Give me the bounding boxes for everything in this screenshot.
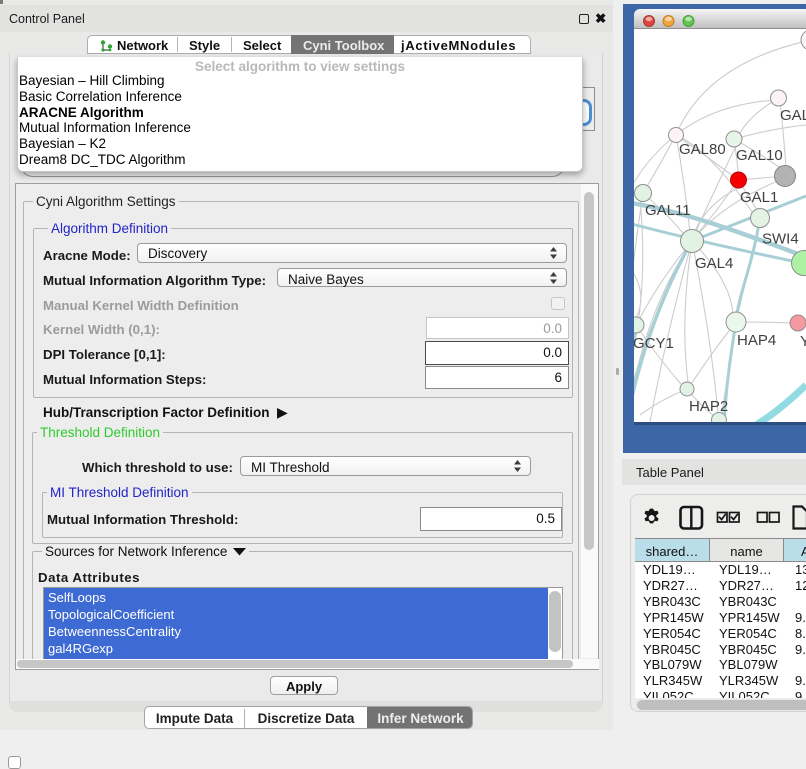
svg-text:SWI4: SWI4 (762, 231, 799, 248)
svg-text:GAL11: GAL11 (645, 202, 691, 219)
svg-text:GCY1: GCY1 (634, 335, 674, 352)
svg-text:YJ: YJ (800, 333, 806, 350)
svg-text:GAL10: GAL10 (736, 147, 783, 164)
svg-text:GAL7: GAL7 (780, 107, 806, 124)
svg-text:HAP2: HAP2 (689, 398, 728, 415)
svg-text:GAL1: GAL1 (740, 189, 778, 206)
svg-text:HAP4: HAP4 (737, 332, 776, 349)
svg-text:GAL80: GAL80 (679, 141, 726, 158)
svg-text:GAL4: GAL4 (695, 255, 733, 272)
